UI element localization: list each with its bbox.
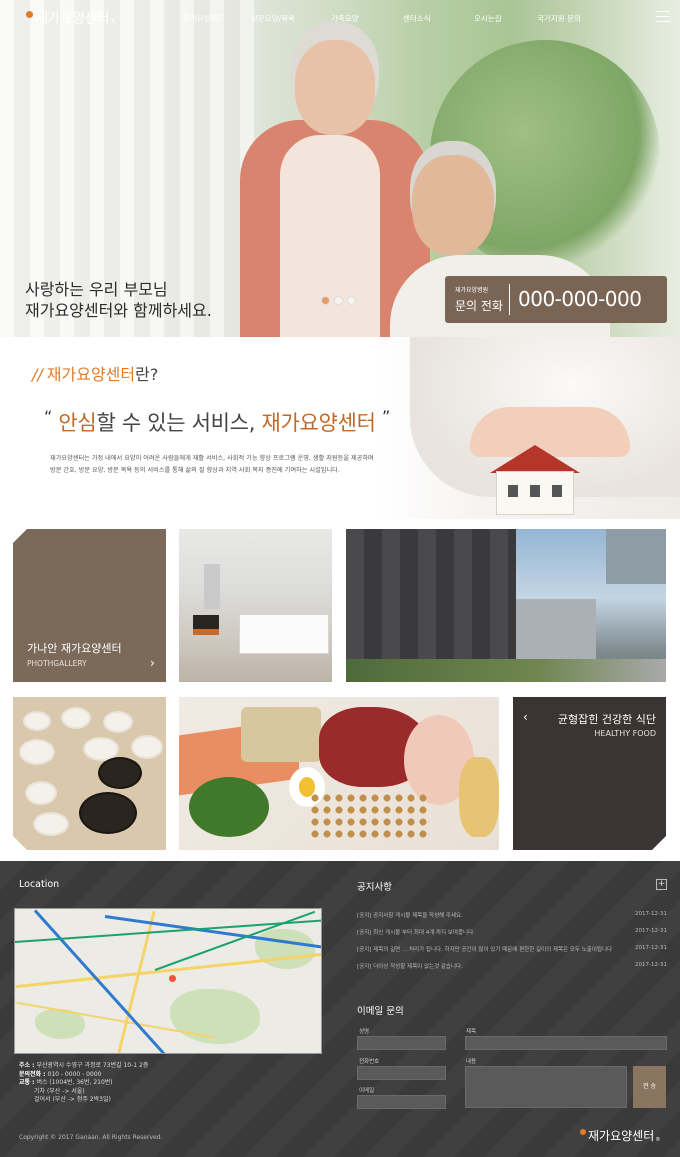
phone-small-label: 재가요양병원 <box>455 287 489 294</box>
contact-info: 주소 : 부산광역시 수영구 과정로 73번길 10-1 2층 문의전화 : 0… <box>19 1062 148 1105</box>
logo-dot-icon <box>580 1129 586 1135</box>
about-section: //재가요양센터란? “ 안심할 수 있는 서비스, 재가요양센터 ” 재가요양… <box>0 337 680 519</box>
woman-head <box>295 40 375 135</box>
man-head <box>412 155 494 255</box>
gallery-subtitle: PHOTHGALLERY <box>27 659 87 668</box>
notice-text: [공지] 최신 게시물 부터 최대 4개 까지 보여줍니다. <box>357 930 475 936</box>
map-pin-icon[interactable] <box>169 975 176 982</box>
traffic-walk: 걸어서 (부산 -> 청주 2박3일) <box>34 1096 111 1104</box>
slide-dot-1[interactable] <box>321 296 330 305</box>
main-nav: 장기요양제도 방문요양/목욕 가족요양 센터소식 오시는길 국가지원 문의 <box>0 13 680 25</box>
food-title: 균형잡힌 건강한 식단 <box>557 713 656 726</box>
house-icon <box>490 445 580 515</box>
hero-line-2: 재가요양센터와 함께하세요. <box>25 301 212 320</box>
notice-title: 공지사항 <box>357 882 392 893</box>
title-suffix: 란? <box>135 365 159 384</box>
chevron-right-icon[interactable]: › <box>150 656 155 670</box>
about-title: //재가요양센터란? <box>32 361 158 385</box>
title-slash: // <box>32 365 43 384</box>
phone-contact-box[interactable]: 재가요양병원 문의 전화 000-000-000 <box>445 276 667 323</box>
hero-line-1: 사랑하는 우리 부모님 <box>25 280 168 299</box>
hero-copy: 사랑하는 우리 부모님 재가요양센터와 함께하세요. <box>25 279 212 321</box>
traffic-label: 교통 : <box>19 1079 35 1087</box>
content-textarea[interactable] <box>465 1066 627 1108</box>
notice-item[interactable]: [공지] 더이상 작성할 제목이 없는것 같습니다. 2017-12-31 <box>357 962 667 970</box>
phone-field[interactable] <box>357 1066 446 1080</box>
nav-item-ltc-system[interactable]: 장기요양제도 <box>183 13 224 24</box>
about-description: 재가요양센터는 가정 내에서 요양이 어려운 사람들에게 재활 서비스, 사회적… <box>50 453 430 477</box>
notice-item[interactable]: [공지] 공지사항 게시물 제목을 작성해 주세요. 2017-12-31 <box>357 911 667 919</box>
food-subtitle: HEALTHY FOOD <box>594 729 656 738</box>
kitchen-counter-image <box>239 614 329 654</box>
hero-banner: 재가요양센터 ® 장기요양제도 방문요양/목욕 가족요양 센터소식 오시는길 국… <box>0 0 680 337</box>
gallery-title: 가나안 재가요양센터 <box>27 642 122 655</box>
quote-accent-2: 재가요양센터 <box>261 411 376 435</box>
tel-label: 문의전화 : <box>19 1070 46 1078</box>
copyright: Copyright © 2017 Ganaan. All Rights Rese… <box>19 1134 163 1141</box>
phone-divider <box>509 284 510 315</box>
content-label: 내용 <box>466 1059 477 1065</box>
notice-text: [공지] 더이상 작성할 제목이 없는것 같습니다. <box>357 964 463 970</box>
email-label: 이메일 <box>359 1088 375 1094</box>
notice-date: 2017-12-31 <box>635 945 667 951</box>
nav-item-home-care[interactable]: 방문요양/목욕 <box>251 13 295 24</box>
notice-item[interactable]: [공지] 제목의 길면 ... 처리가 됩니다. 하지만 공간이 많이 있기 때… <box>357 945 667 955</box>
plus-icon[interactable]: + <box>656 879 667 890</box>
food-tile[interactable]: ‹ 균형잡힌 건강한 식단 HEALTHY FOOD <box>513 697 666 850</box>
tel-value: 010 - 0000 - 0000 <box>47 1070 102 1078</box>
subject-label: 제목 <box>466 1029 477 1035</box>
footer-logo-text: 재가요양센터 <box>588 1129 655 1143</box>
page: 재가요양센터 ® 장기요양제도 방문요양/목욕 가족요양 센터소식 오시는길 국… <box>0 0 680 1157</box>
address-value: 부산광역시 수영구 과정로 73번길 10-1 2층 <box>36 1062 149 1069</box>
location-map[interactable] <box>14 908 322 1054</box>
quote-middle: 할 수 있는 서비스, <box>96 411 256 435</box>
notice-date: 2017-12-31 <box>635 911 667 917</box>
gallery-tile[interactable]: 가나안 재가요양센터 PHOTHGALLERY › <box>13 529 166 682</box>
quote-open: “ <box>44 407 52 426</box>
nav-item-news[interactable]: 센터소식 <box>403 13 431 24</box>
interior-photo[interactable] <box>179 529 332 682</box>
desc-line-2: 방문 간호, 방문 요양, 방문 목욕 등의 서비스를 통해 삶의 질 향상과 … <box>50 467 340 474</box>
notice-date: 2017-12-31 <box>635 962 667 968</box>
phone-label: 전화번호 <box>359 1059 380 1065</box>
nav-item-directions[interactable]: 오시는길 <box>474 13 502 24</box>
slide-dot-2[interactable] <box>334 296 343 305</box>
side-dishes-photo[interactable] <box>13 697 166 850</box>
notice-date: 2017-12-31 <box>635 928 667 934</box>
location-title: Location <box>19 879 60 890</box>
phone-label: 문의 전화 <box>455 299 503 313</box>
send-button[interactable]: 전 송 <box>633 1066 666 1108</box>
menu-icon[interactable] <box>656 11 670 23</box>
desc-line-1: 재가요양센터는 가정 내에서 요양이 어려운 사람들에게 재활 서비스, 사회적… <box>50 455 374 462</box>
subject-field[interactable] <box>465 1036 667 1050</box>
about-quote: “ 안심할 수 있는 서비스, 재가요양센터 ” <box>44 407 390 437</box>
name-label: 성명 <box>359 1029 370 1035</box>
footer: Location 주소 : 부산광역시 수영구 과정로 73번길 10-1 2층… <box>0 861 680 1157</box>
slide-dot-3[interactable] <box>347 296 356 305</box>
fireplace-image <box>193 615 219 635</box>
email-field[interactable] <box>357 1095 446 1109</box>
name-field[interactable] <box>357 1036 446 1050</box>
notice-item[interactable]: [공지] 최신 게시물 부터 최대 4개 까지 보여줍니다. 2017-12-3… <box>357 928 667 936</box>
address-label: 주소 : <box>19 1062 35 1069</box>
notice-text: [공지] 공지사항 게시물 제목을 작성해 주세요. <box>357 913 463 919</box>
footer-logo[interactable]: 재가요양센터 ® <box>580 1127 660 1144</box>
woman-shirt <box>280 135 380 337</box>
email-inquiry-title: 이메일 문의 <box>357 1006 404 1017</box>
traffic-bus: 버스 (1004번, 36번, 210번) <box>36 1079 113 1087</box>
phone-number: 000-000-000 <box>518 287 642 311</box>
exterior-photo[interactable] <box>346 529 666 682</box>
nav-item-support[interactable]: 국가지원 문의 <box>537 13 581 24</box>
building-image <box>346 529 516 659</box>
footer-logo-trademark: ® <box>655 1136 661 1143</box>
quote-accent-1: 안심 <box>58 411 97 435</box>
healthy-food-photo[interactable] <box>179 697 499 850</box>
notice-text: [공지] 제목의 길면 ... 처리가 됩니다. 하지만 공간이 많이 있기 때… <box>357 947 612 953</box>
slide-indicators <box>321 296 356 305</box>
nav-item-family-care[interactable]: 가족요양 <box>331 13 359 24</box>
quote-close: ” <box>382 407 390 426</box>
chevron-left-icon[interactable]: ‹ <box>523 710 528 724</box>
title-accent: 재가요양센터 <box>46 365 136 384</box>
